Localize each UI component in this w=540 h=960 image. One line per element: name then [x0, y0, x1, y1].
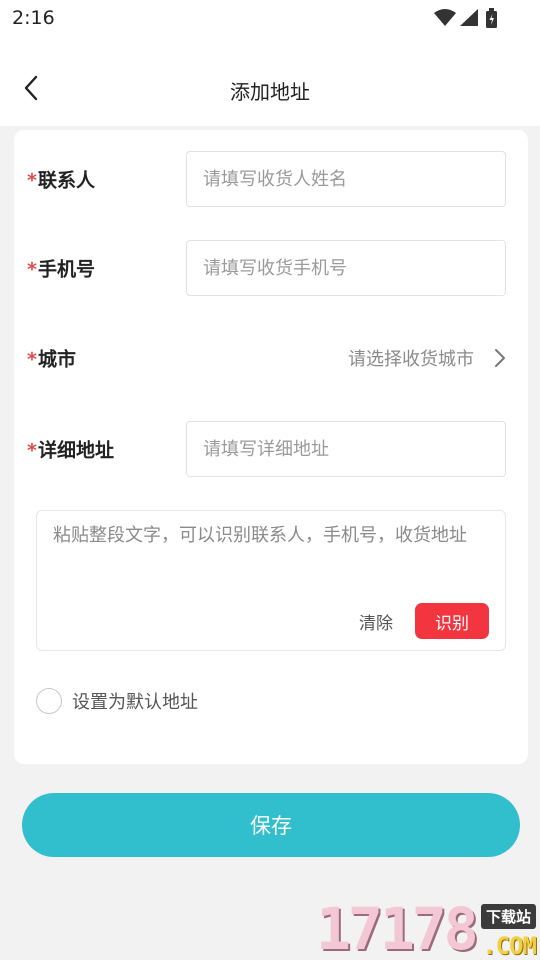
watermark-logo: 17178 下载站 .COM: [316, 898, 540, 960]
phone-input[interactable]: [186, 240, 506, 296]
watermark-tag: 下载站: [480, 904, 536, 929]
city-label: *城市: [27, 348, 76, 371]
clear-button[interactable]: 清除: [359, 609, 393, 634]
phone-label: *手机号: [27, 258, 95, 281]
default-radio[interactable]: [36, 688, 62, 714]
required-mark: *: [27, 169, 37, 192]
status-bar: 2:16: [0, 0, 540, 38]
status-time: 2:16: [12, 7, 55, 29]
address-form-card: *联系人 *手机号 *城市 请选择收货城市 *详细地址 清除 识别 设置: [14, 130, 528, 764]
address-input[interactable]: [186, 421, 506, 477]
save-button[interactable]: 保存: [22, 793, 520, 857]
city-row: *城市 请选择收货城市: [14, 330, 528, 386]
city-select[interactable]: 请选择收货城市: [348, 345, 506, 371]
city-placeholder: 请选择收货城市: [348, 349, 474, 370]
wifi-icon: [434, 9, 456, 26]
default-address-label: 设置为默认地址: [72, 692, 198, 713]
watermark-domain: .COM: [482, 932, 537, 960]
address-row: *详细地址: [14, 421, 528, 477]
phone-row: *手机号: [14, 240, 528, 296]
page-title: 添加地址: [230, 80, 310, 104]
required-mark: *: [27, 258, 37, 281]
contact-row: *联系人: [14, 151, 528, 207]
status-icons: [434, 8, 497, 28]
contact-label: *联系人: [27, 169, 95, 192]
signal-icon: [460, 9, 478, 26]
address-label: *详细地址: [27, 439, 114, 462]
paste-box: 清除 识别: [36, 510, 506, 651]
required-mark: *: [27, 348, 37, 371]
contact-name-input[interactable]: [186, 151, 506, 207]
recognize-button[interactable]: 识别: [415, 603, 489, 639]
required-mark: *: [27, 439, 37, 462]
default-address-toggle[interactable]: 设置为默认地址: [36, 686, 198, 716]
battery-icon: [486, 8, 497, 28]
watermark-number: 17178: [316, 895, 479, 960]
paste-textarea[interactable]: [37, 511, 505, 601]
nav-bar: 添加地址: [0, 38, 540, 126]
chevron-right-icon: [495, 349, 505, 367]
